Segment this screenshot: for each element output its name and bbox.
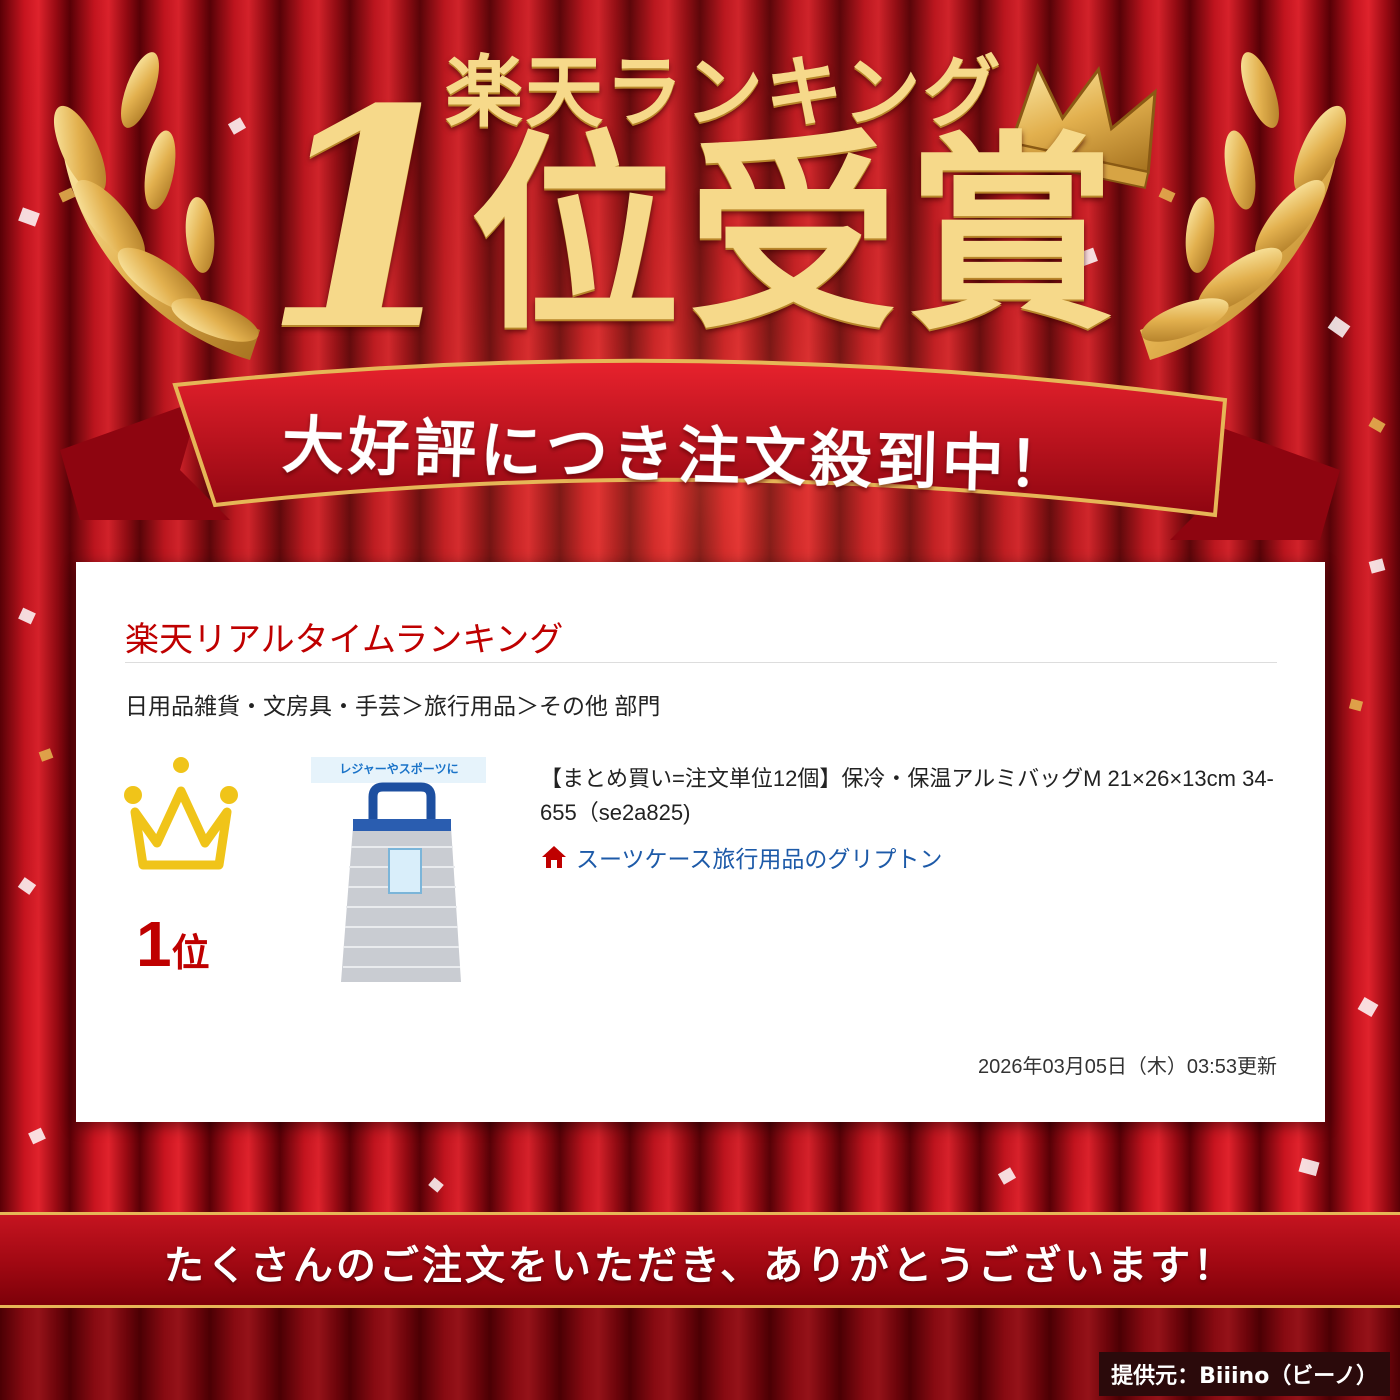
home-icon [542, 846, 566, 868]
crown-icon [124, 757, 238, 870]
rank-suffix: 位 [171, 933, 210, 975]
product-banner-text: レジャーやスポーツに [339, 762, 459, 776]
rank-number: 1 [136, 908, 172, 980]
divider [125, 662, 1277, 663]
provider-label: 提供元：Biiino（ビーノ） [1099, 1352, 1390, 1396]
updated-timestamp: 2026年03月05日（木）03:53更新 [977, 1056, 1277, 1078]
category-breadcrumb: 日用品雑貨・文房具・手芸＞旅行用品＞その他 部門 [125, 693, 661, 719]
rank-badge: 1位 [136, 907, 210, 981]
rank-number-headline: 1 [262, 43, 471, 396]
product-image[interactable] [311, 757, 486, 992]
award-headline: 位受賞 [470, 111, 1125, 358]
thanks-banner: たくさんのご注文をいただき、ありがとうございます！ [0, 1212, 1400, 1308]
ranking-card: 楽天リアルタイムランキング 日用品雑貨・文房具・手芸＞旅行用品＞その他 部門 1… [76, 562, 1325, 1122]
product-title-link[interactable]: 【まとめ買い=注文単位12個】保冷・保温アルミバッグM 21×26×13cm 3… [540, 762, 1300, 830]
thanks-text: たくさんのご注文をいただき、ありがとうございます！ [163, 1243, 1237, 1289]
shop-name: スーツケース旅行用品のグリプトン [576, 846, 943, 872]
shop-link[interactable]: スーツケース旅行用品のグリプトン [540, 840, 942, 874]
card-title: 楽天リアルタイムランキング [125, 621, 564, 659]
